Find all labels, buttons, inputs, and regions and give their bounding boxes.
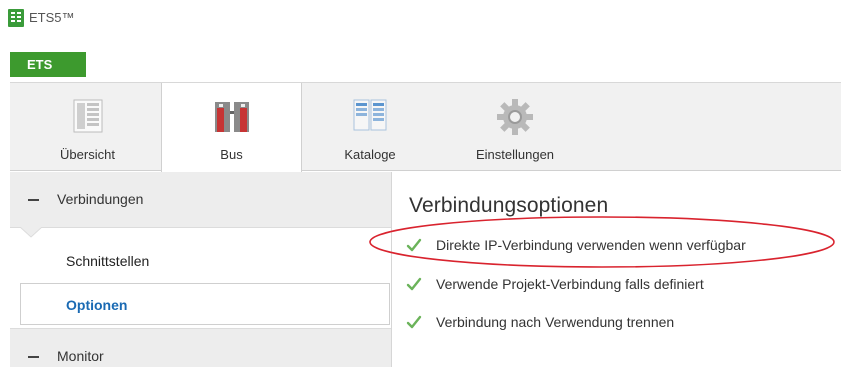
section-monitor[interactable]: Monitor — [10, 328, 391, 367]
sidebar-item-interfaces[interactable]: Schnittstellen — [10, 240, 391, 282]
tab-bus-label: Bus — [220, 147, 243, 162]
tab-settings-label: Einstellungen — [475, 147, 555, 162]
tab-settings[interactable]: Einstellungen — [455, 83, 575, 172]
check-icon[interactable] — [406, 276, 422, 292]
overview-icon — [73, 99, 103, 136]
check-icon[interactable] — [406, 314, 422, 330]
highlight-ellipse — [369, 216, 835, 268]
collapse-icon[interactable] — [28, 199, 39, 201]
title-bar: ETS5™ — [0, 0, 841, 52]
gear-icon — [497, 99, 533, 138]
collapse-icon[interactable] — [28, 356, 39, 358]
section-connections[interactable]: Verbindungen — [10, 172, 391, 228]
ets-main-tab[interactable]: ETS — [10, 52, 86, 77]
tab-catalogs[interactable]: Kataloge — [325, 83, 415, 172]
sidebar: Verbindungen Schnittstellen Optionen Mon… — [10, 172, 392, 367]
tab-bus[interactable]: Bus — [161, 83, 302, 173]
section-notch-icon — [20, 227, 42, 238]
option-label: Verwende Projekt-Verbindung falls defini… — [436, 276, 704, 292]
app-title: ETS5™ — [29, 10, 75, 25]
sidebar-item-options[interactable]: Optionen — [20, 283, 390, 325]
tab-overview-label: Übersicht — [60, 147, 115, 162]
tab-overview[interactable]: Übersicht — [40, 83, 135, 172]
tab-catalogs-label: Kataloge — [344, 147, 396, 162]
section-connections-label: Verbindungen — [57, 191, 144, 207]
catalog-icon — [353, 99, 387, 134]
section-monitor-label: Monitor — [57, 348, 104, 364]
sidebar-item-label: Schnittstellen — [66, 253, 150, 269]
bus-icon — [214, 99, 250, 136]
ets-logo-icon — [8, 9, 24, 27]
ribbon: Übersicht Bus Kataloge Einstellungen — [10, 82, 841, 173]
sidebar-item-label: Optionen — [66, 297, 128, 313]
option-label: Verbindung nach Verwendung trennen — [436, 314, 675, 330]
